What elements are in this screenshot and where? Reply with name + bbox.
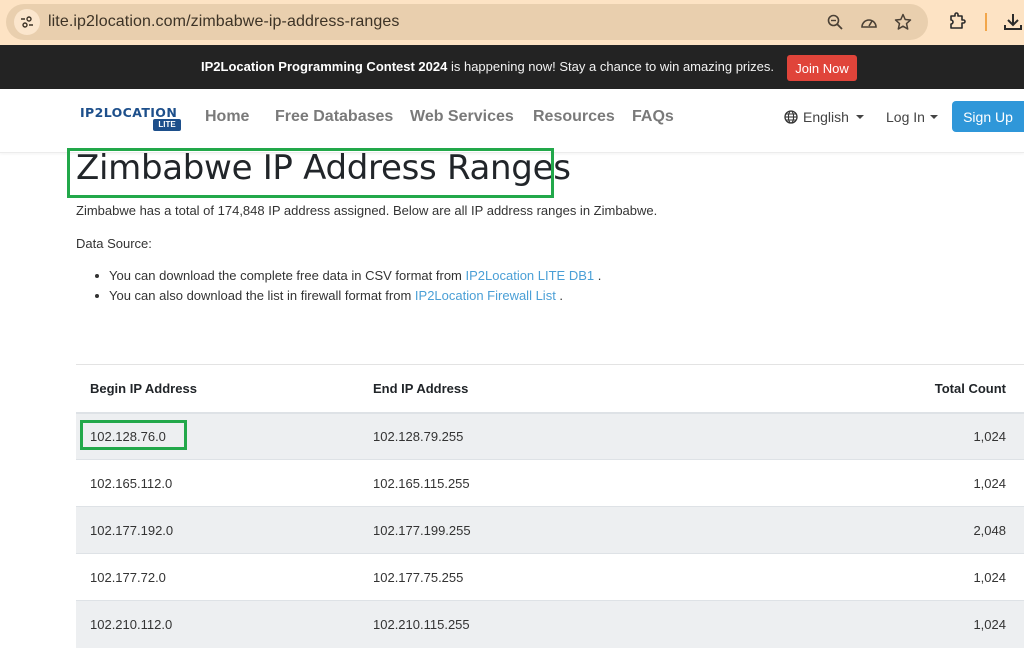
end-ip-cell: 102.177.199.255 [359, 506, 779, 554]
ip-ranges-table: Begin IP Address End IP Address Total Co… [76, 364, 1024, 648]
end-ip-cell: 102.128.79.255 [359, 412, 779, 460]
login-label: Log In [886, 109, 925, 125]
main-navbar: IP2LOCATION LITE Home Free Databases Web… [0, 89, 1024, 153]
address-bar[interactable]: lite.ip2location.com/zimbabwe-ip-address… [6, 4, 928, 40]
logo-text: IP2LOCATION [80, 105, 178, 120]
source-text: You can download the complete free data … [109, 268, 466, 283]
nav-home[interactable]: Home [205, 108, 249, 126]
nav-resources[interactable]: Resources [533, 108, 615, 126]
total-count-cell: 1,024 [779, 600, 1024, 648]
header-total-count: Total Count [779, 364, 1024, 414]
begin-ip-cell: 102.177.192.0 [76, 506, 359, 554]
first-ip-highlight-box [80, 420, 187, 450]
language-dropdown[interactable]: English [784, 109, 864, 125]
data-source-list: You can download the complete free data … [92, 268, 601, 308]
total-count-cell: 1,024 [779, 553, 1024, 601]
announcement-bar: IP2Location Programming Contest 2024 is … [0, 45, 1024, 89]
download-icon[interactable] [1002, 11, 1024, 33]
bookmark-star-icon[interactable] [894, 13, 912, 31]
total-count-cell: 1,024 [779, 459, 1024, 507]
end-ip-cell: 102.165.115.255 [359, 459, 779, 507]
data-source-item: You can also download the list in firewa… [92, 288, 601, 308]
end-ip-cell: 102.177.75.255 [359, 553, 779, 601]
language-label: English [803, 109, 849, 125]
chevron-down-icon [855, 115, 864, 119]
nav-web-services[interactable]: Web Services [410, 108, 514, 126]
total-count-cell: 2,048 [779, 506, 1024, 554]
data-source-item: You can download the complete free data … [92, 268, 601, 288]
announcement-message: is happening now! Stay a chance to win a… [447, 59, 774, 74]
begin-ip-cell: 102.177.72.0 [76, 553, 359, 601]
announcement-bold: IP2Location Programming Contest 2024 [201, 59, 448, 74]
title-highlight-box [67, 148, 554, 198]
header-end-ip: End IP Address [359, 364, 779, 414]
login-dropdown[interactable]: Log In [886, 109, 938, 125]
sign-up-button[interactable]: Sign Up [952, 101, 1024, 132]
end-ip-cell: 102.210.115.255 [359, 600, 779, 648]
table-header-row: Begin IP Address End IP Address Total Co… [76, 364, 1024, 414]
zoom-icon[interactable] [826, 13, 844, 31]
globe-icon [784, 110, 798, 124]
site-info-icon[interactable] [14, 9, 40, 35]
extensions-icon[interactable] [946, 11, 968, 33]
source-text: You can also download the list in firewa… [109, 288, 415, 303]
begin-ip-cell: 102.210.112.0 [76, 600, 359, 648]
nav-free-databases[interactable]: Free Databases [275, 108, 393, 126]
begin-ip-cell: 102.165.112.0 [76, 459, 359, 507]
source-suffix: . [594, 268, 602, 283]
data-source-label: Data Source: [76, 236, 152, 251]
announcement-text: IP2Location Programming Contest 2024 is … [0, 59, 774, 74]
nav-faqs[interactable]: FAQs [632, 108, 674, 126]
table-row: 102.128.76.0 102.128.79.255 1,024 [76, 412, 1024, 460]
table-row: 102.177.192.0 102.177.199.255 2,048 [76, 506, 1024, 554]
join-now-button[interactable]: Join Now [787, 55, 857, 81]
firewall-list-link[interactable]: IP2Location Firewall List [415, 288, 556, 303]
header-begin-ip: Begin IP Address [76, 364, 359, 414]
table-row: 102.165.112.0 102.165.115.255 1,024 [76, 459, 1024, 507]
source-suffix: . [555, 288, 564, 303]
browser-toolbar: lite.ip2location.com/zimbabwe-ip-address… [0, 0, 1024, 45]
ip2location-logo[interactable]: IP2LOCATION LITE [80, 105, 182, 133]
chevron-down-icon [929, 115, 938, 119]
logo-badge: LITE [153, 119, 181, 131]
url-text[interactable]: lite.ip2location.com/zimbabwe-ip-address… [48, 13, 400, 31]
table-row: 102.177.72.0 102.177.75.255 1,024 [76, 553, 1024, 601]
table-row: 102.210.112.0 102.210.115.255 1,024 [76, 600, 1024, 648]
summary-text: Zimbabwe has a total of 174,848 IP addre… [76, 203, 658, 218]
total-count-cell: 1,024 [779, 412, 1024, 460]
toolbar-divider [985, 13, 987, 31]
lite-db1-link[interactable]: IP2Location LITE DB1 [466, 268, 595, 283]
performance-icon[interactable] [860, 13, 878, 31]
